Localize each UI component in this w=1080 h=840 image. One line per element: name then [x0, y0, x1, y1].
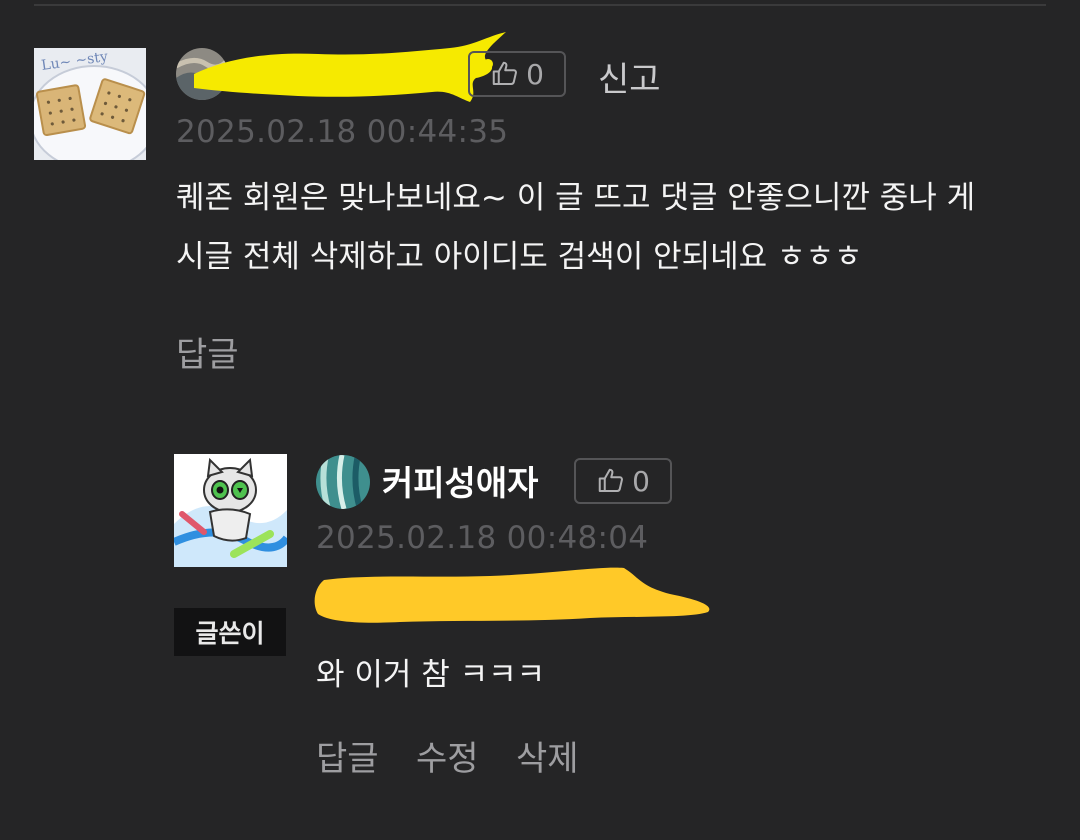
- delete-button[interactable]: 삭제: [516, 731, 579, 780]
- divider: [34, 4, 1046, 6]
- user-level-icon: [316, 455, 370, 509]
- comment-text: 와 이거 참 ㅋㅋㅋ: [316, 657, 546, 693]
- timestamp: 2025.02.18 00:44:35: [176, 114, 509, 150]
- edit-button[interactable]: 수정: [416, 731, 479, 780]
- like-button[interactable]: 0: [468, 51, 566, 97]
- like-count: 0: [526, 57, 544, 91]
- redaction-scribble: [314, 567, 710, 623]
- thumbs-up-icon: [492, 61, 518, 85]
- thumbs-up-icon: [598, 468, 624, 492]
- like-count: 0: [632, 464, 650, 498]
- author-badge: 글쓴이: [174, 608, 286, 656]
- like-button[interactable]: 0: [574, 458, 672, 504]
- avatar[interactable]: Lu~ ~sty: [34, 48, 146, 160]
- reply-button[interactable]: 답글: [176, 327, 239, 376]
- timestamp: 2025.02.18 00:48:04: [316, 520, 649, 556]
- user-level-icon: [176, 48, 228, 100]
- comment-text: 퀘존 회원은 맞나보네요~ 이 글 뜨고 댓글 안좋으니깐 중나 게 시글 전체…: [176, 180, 976, 275]
- comment-thread: Lu~ ~sty 0 신고 2025.02.18 00:44:35 퀘존 회원은…: [0, 0, 1080, 840]
- avatar[interactable]: [174, 454, 287, 567]
- reply-button[interactable]: 답글: [316, 731, 379, 780]
- author-name[interactable]: 커피성애자: [382, 456, 538, 505]
- report-button[interactable]: 신고: [598, 52, 661, 101]
